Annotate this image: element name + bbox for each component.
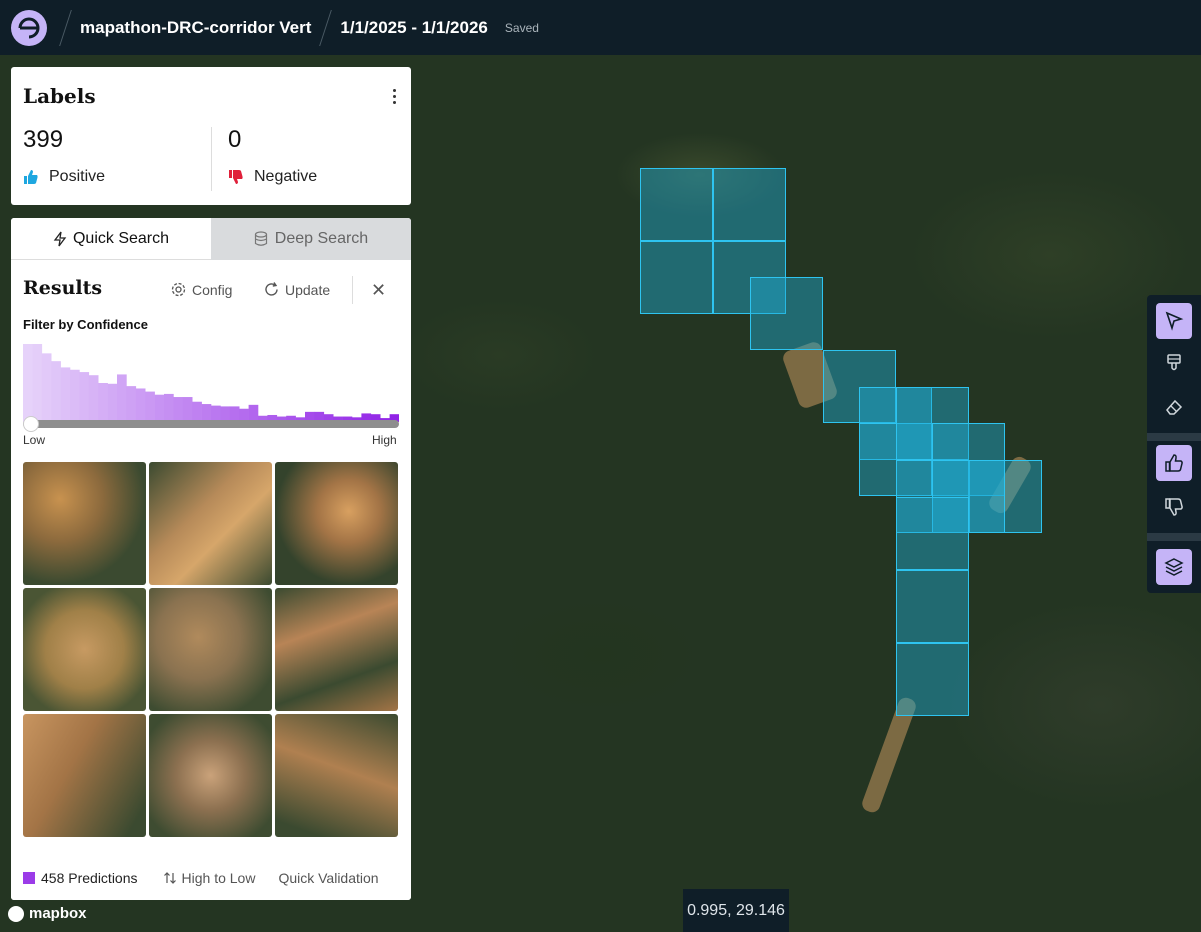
slider-low-label: Low [23, 433, 46, 447]
brush-tool-button[interactable] [1156, 345, 1192, 381]
confidence-slider-handle[interactable] [23, 416, 39, 432]
histogram-bar [98, 383, 108, 422]
quick-validation-button[interactable]: Quick Validation [278, 870, 378, 886]
negative-label[interactable]: Negative [228, 168, 317, 186]
results-card: Quick Search Deep Search Results Config … [11, 218, 411, 900]
labels-divider [211, 127, 212, 191]
prediction-thumbnail[interactable] [23, 714, 146, 837]
thumbs-up-icon [24, 170, 38, 184]
histogram-bar [154, 394, 165, 422]
histogram-bar [135, 388, 146, 422]
prediction-thumbnail[interactable] [149, 588, 272, 711]
top-bar: mapathon-DRC-corridor Vert 1/1/2025 - 1/… [0, 0, 1201, 55]
results-title: Results [23, 277, 103, 299]
label-tile[interactable] [640, 168, 713, 241]
layers-tool-button[interactable] [1156, 549, 1192, 585]
save-status: Saved [504, 20, 539, 35]
tab-quick-search[interactable]: Quick Search [11, 218, 211, 260]
label-tile[interactable] [713, 168, 786, 241]
prediction-thumbnail[interactable] [149, 462, 272, 585]
app-logo-icon[interactable] [11, 9, 47, 46]
histogram-bar [41, 353, 52, 422]
thumbs-down-icon [1165, 498, 1183, 516]
histogram-bar [51, 361, 61, 422]
thumbs-down-icon [229, 170, 243, 184]
labels-card: Labels 399 Positive 0 Negative [11, 67, 411, 205]
toolbar-divider [1147, 533, 1201, 541]
negative-tool-button[interactable] [1156, 489, 1192, 525]
confidence-histogram[interactable] [23, 342, 399, 422]
update-button[interactable]: Update [263, 281, 330, 298]
label-tile[interactable] [750, 277, 823, 350]
thumbs-up-icon [1165, 454, 1183, 472]
refresh-icon [265, 282, 278, 296]
histogram-bar [164, 393, 174, 422]
histogram-bar [182, 397, 193, 422]
negative-count: 0 [228, 126, 242, 153]
prediction-thumbnail[interactable] [275, 714, 398, 837]
histogram-bar [32, 344, 43, 422]
labels-title: Labels [23, 84, 96, 108]
histogram-bar [70, 369, 80, 422]
positive-label[interactable]: Positive [23, 168, 105, 186]
more-options-icon[interactable] [393, 89, 397, 107]
layers-icon [1164, 558, 1184, 576]
histogram-bar [88, 375, 99, 422]
prediction-thumbnail[interactable] [275, 588, 398, 711]
eraser-tool-button[interactable] [1156, 389, 1192, 425]
histogram-bar [173, 397, 184, 422]
positive-tool-button[interactable] [1156, 445, 1192, 481]
results-footer: 458 Predictions High to Low Quick Valida… [11, 855, 411, 900]
sort-button[interactable]: High to Low [163, 870, 255, 886]
prediction-thumbnail[interactable] [23, 588, 146, 711]
select-tool-button[interactable] [1156, 303, 1192, 339]
project-name[interactable]: mapathon-DRC-corridor Vert [80, 18, 311, 38]
results-divider [352, 276, 353, 304]
mapbox-logo-icon [8, 905, 24, 922]
database-icon [254, 231, 267, 246]
date-range[interactable]: 1/1/2025 - 1/1/2026 [340, 18, 487, 38]
positive-count: 399 [23, 126, 64, 153]
prediction-thumbnail[interactable] [149, 714, 272, 837]
histogram-bar [126, 386, 137, 422]
brush-icon [1167, 354, 1181, 371]
map-toolbar [1147, 295, 1201, 593]
mapbox-attribution[interactable]: mapbox [8, 905, 87, 922]
search-tabs: Quick Search Deep Search [11, 218, 411, 260]
label-tile[interactable] [640, 241, 713, 314]
tab-deep-search[interactable]: Deep Search [211, 218, 411, 260]
histogram-bar [79, 372, 90, 422]
coordinate-readout: 0.995, 29.146 [683, 889, 789, 932]
histogram-bar [117, 374, 127, 422]
label-tile[interactable] [896, 497, 969, 570]
prediction-thumbnail[interactable] [23, 462, 146, 585]
slider-high-label: High [372, 433, 397, 447]
histogram-bar [107, 383, 118, 422]
label-tile[interactable] [896, 570, 969, 643]
select-icon [1165, 311, 1184, 331]
prediction-swatch [23, 871, 35, 884]
toolbar-divider [1147, 433, 1201, 441]
histogram-bar [60, 367, 71, 422]
eraser-icon [1166, 399, 1183, 415]
close-icon[interactable]: ✕ [371, 280, 386, 301]
confidence-slider-track[interactable] [23, 420, 399, 428]
config-button[interactable]: Config [170, 281, 232, 298]
histogram-bar [145, 391, 155, 422]
label-tile[interactable] [896, 643, 969, 716]
histogram-bar [23, 344, 33, 422]
filter-label: Filter by Confidence [23, 317, 148, 332]
header-divider [59, 9, 72, 46]
sort-icon [163, 871, 176, 884]
lightning-icon [53, 231, 67, 246]
prediction-grid [23, 462, 399, 837]
header-divider [319, 9, 333, 46]
predictions-count: 458 Predictions [41, 869, 138, 886]
gear-icon [171, 282, 186, 297]
histogram-bar [192, 401, 202, 422]
prediction-thumbnail[interactable] [275, 462, 398, 585]
